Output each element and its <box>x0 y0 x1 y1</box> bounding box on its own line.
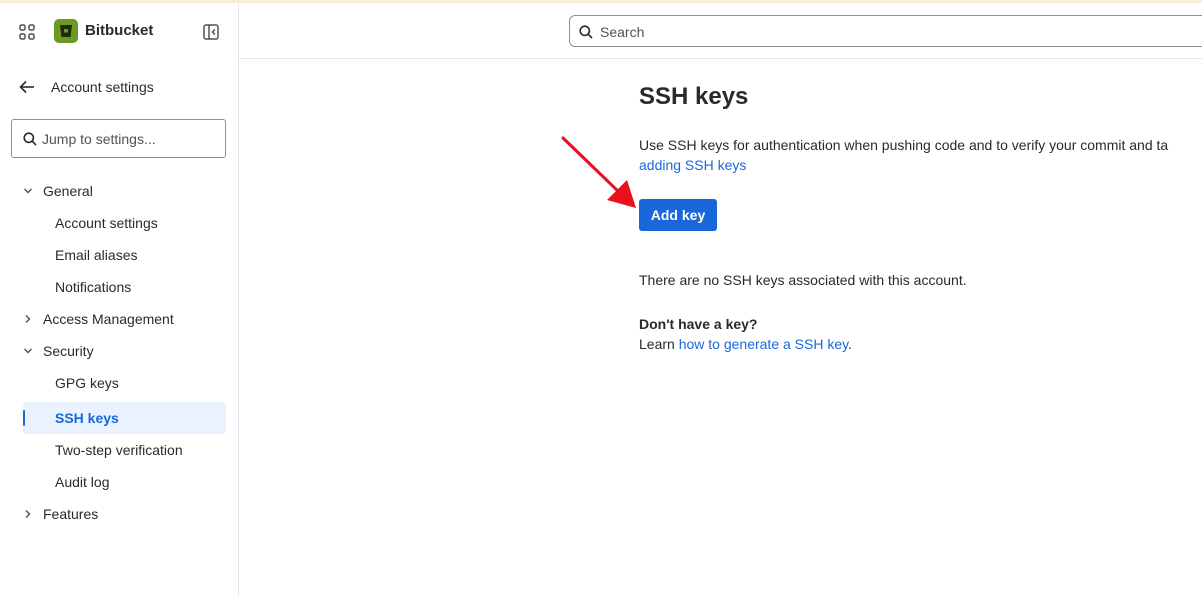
grid-icon[interactable] <box>18 23 36 41</box>
nav-item-gpg-keys[interactable]: GPG keys <box>23 367 226 399</box>
learn-suffix: . <box>848 336 852 352</box>
arrow-left-icon <box>19 80 35 99</box>
learn-prefix: Learn <box>639 336 679 352</box>
nav-item-label: Account settings <box>55 215 158 231</box>
nav-group-security[interactable]: Security <box>23 335 226 367</box>
page-title: SSH keys <box>639 83 749 110</box>
nav-item-ssh-keys[interactable]: SSH keys <box>23 402 226 434</box>
sidebar: Bitbucket Account settings General <box>0 3 239 597</box>
nav-group-access-management[interactable]: Access Management <box>23 303 226 335</box>
chevron-down-icon <box>24 348 32 354</box>
chevron-right-icon <box>25 510 31 518</box>
nav-item-label: Email aliases <box>55 247 138 263</box>
back-label: Account settings <box>51 79 154 95</box>
global-search-input[interactable] <box>600 22 1100 42</box>
description-text: Use SSH keys for authentication when pus… <box>639 137 1169 153</box>
nav-group-label: Security <box>43 343 94 359</box>
chevron-down-icon <box>24 188 32 194</box>
jump-to-settings-input[interactable] <box>42 128 220 150</box>
jump-to-settings-field[interactable] <box>11 119 226 158</box>
global-search-field[interactable] <box>569 15 1202 47</box>
bitbucket-logo-icon[interactable] <box>54 19 78 43</box>
chevron-right-icon <box>25 315 31 323</box>
nav-item-label: Notifications <box>55 279 132 295</box>
red-annotation-arrow-icon <box>561 136 636 208</box>
search-icon <box>23 132 37 146</box>
sidebar-header: Bitbucket <box>0 3 238 59</box>
nav-item-email-aliases[interactable]: Email aliases <box>23 239 226 271</box>
nav-group-general[interactable]: General <box>23 175 226 207</box>
nav-group-label: Features <box>43 506 99 522</box>
nav-item-notifications[interactable]: Notifications <box>23 271 226 303</box>
sidebar-collapse-icon[interactable] <box>201 22 221 42</box>
nav-item-label: Audit log <box>55 474 110 490</box>
nav-item-label: Two-step verification <box>55 442 183 458</box>
active-indicator <box>23 410 25 426</box>
generate-ssh-key-link[interactable]: how to generate a SSH key <box>679 336 848 352</box>
back-to-account-settings[interactable]: Account settings <box>0 73 238 101</box>
nav-item-audit-log[interactable]: Audit log <box>23 466 226 498</box>
nav-item-account-settings[interactable]: Account settings <box>23 207 226 239</box>
search-icon <box>579 25 593 39</box>
no-key-heading: Don't have a key? <box>639 316 758 332</box>
nav-item-label: GPG keys <box>55 375 119 391</box>
learn-text: Learn how to generate a SSH key. <box>639 336 852 352</box>
empty-state-message: There are no SSH keys associated with th… <box>639 272 967 288</box>
top-bar <box>239 3 1202 59</box>
nav-group-features[interactable]: Features <box>23 498 226 530</box>
add-key-button[interactable]: Add key <box>639 199 717 231</box>
brand-name[interactable]: Bitbucket <box>85 22 153 39</box>
nav-item-two-step-verification[interactable]: Two-step verification <box>23 434 226 466</box>
nav-group-label: Access Management <box>43 311 174 327</box>
nav-group-label: General <box>43 183 93 199</box>
nav-item-label: SSH keys <box>55 410 119 426</box>
adding-ssh-keys-link[interactable]: adding SSH keys <box>639 157 746 173</box>
page-description: Use SSH keys for authentication when pus… <box>639 135 1202 175</box>
